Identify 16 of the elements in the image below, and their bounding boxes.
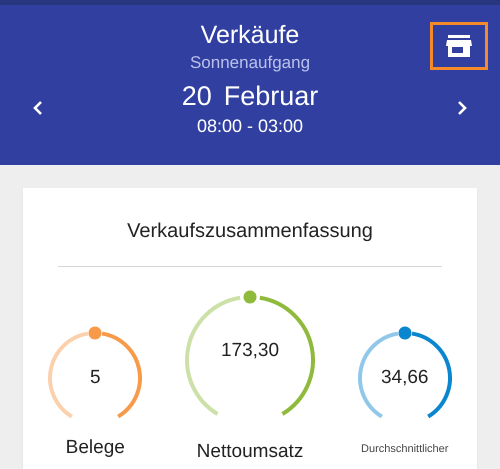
gauge-value: 173,30: [220, 340, 280, 362]
card-title: Verkaufszusammenfassung: [126, 219, 374, 243]
gauge-value: 5: [88, 367, 102, 389]
gauge-label: Nettoumsatz: [196, 441, 304, 463]
store-name: Sonnenaufgang: [190, 53, 310, 73]
page-title: Verkäufe: [200, 20, 300, 51]
chevron-left-icon: [32, 100, 44, 116]
date-month: Februar: [224, 80, 318, 113]
gauge-label: Durchschnittlicher: [361, 443, 448, 455]
chevron-right-icon: [456, 100, 468, 116]
store-icon: [446, 35, 472, 57]
gauge-label: Belege: [66, 437, 125, 459]
store-button[interactable]: [430, 22, 488, 70]
date-day: 20: [182, 79, 212, 113]
gauge-value: 34,66: [380, 367, 430, 389]
time-range: 08:00 - 03:00: [196, 116, 304, 137]
